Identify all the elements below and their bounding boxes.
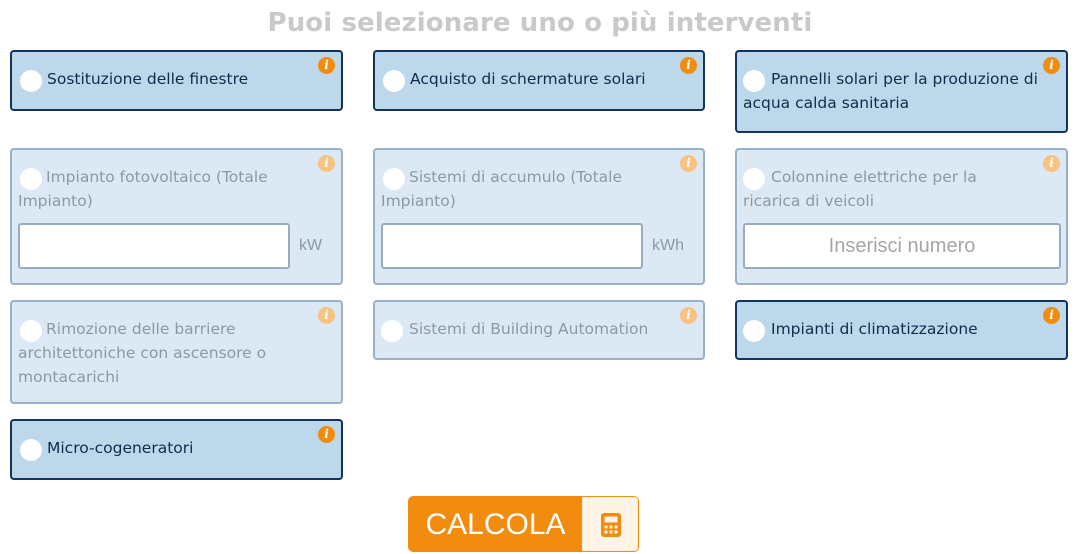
info-icon[interactable]: i (1043, 57, 1060, 74)
calculate-button-label: CALCOLA (409, 497, 582, 551)
info-icon[interactable]: i (318, 155, 335, 172)
info-icon[interactable]: i (680, 57, 697, 74)
calculator-icon (582, 497, 638, 551)
charging-stations-input[interactable]: Inserisci numero (743, 223, 1061, 269)
option-label: Impianti di climatizzazione (771, 320, 978, 338)
option-label: Rimozione delle barriere architettoniche… (18, 320, 267, 386)
info-icon[interactable]: i (1043, 155, 1060, 172)
info-icon[interactable]: i (680, 307, 697, 324)
info-icon[interactable]: i (318, 426, 335, 443)
option-radio[interactable] (381, 320, 403, 342)
option-label: Sostituzione delle finestre (47, 70, 249, 88)
option-label: Impianto fotovoltaico (Totale Impianto) (18, 168, 268, 210)
calculate-button[interactable]: CALCOLA (408, 496, 639, 552)
option-label: Sistemi di accumulo (Totale Impianto) (381, 168, 623, 210)
option-card-pannelli-solari[interactable]: Pannelli solari per la produzione di acq… (735, 50, 1068, 133)
option-label: Pannelli solari per la produzione di acq… (743, 70, 1038, 112)
option-card-fotovoltaico[interactable]: Impianto fotovoltaico (Totale Impianto) … (10, 148, 343, 285)
option-radio[interactable] (383, 70, 405, 92)
unit-label: kW (299, 237, 323, 254)
info-icon[interactable]: i (318, 57, 335, 74)
capacity-kwh-input[interactable] (381, 223, 643, 269)
section-heading: Puoi selezionare uno o più interventi (267, 8, 813, 38)
option-card-colonnine-elettriche[interactable]: Colonnine elettriche per la ricarica di … (735, 148, 1068, 285)
option-card-barriere-architettoniche[interactable]: Rimozione delle barriere architettoniche… (10, 300, 343, 404)
info-icon[interactable]: i (318, 307, 335, 324)
option-card-schermature-solari[interactable]: Acquisto di schermature solari i (373, 50, 705, 111)
info-icon[interactable]: i (680, 155, 697, 172)
option-label: Micro-cogeneratori (47, 439, 194, 457)
option-card-sistemi-accumulo[interactable]: Sistemi di accumulo (Totale Impianto) i … (373, 148, 705, 285)
option-card-sostituzione-finestre[interactable]: Sostituzione delle finestre i (10, 50, 343, 111)
info-icon[interactable]: i (1043, 307, 1060, 324)
option-card-building-automation[interactable]: Sistemi di Building Automation i (373, 300, 705, 360)
option-card-micro-cogeneratori[interactable]: Micro-cogeneratori i (10, 419, 343, 480)
option-radio[interactable] (20, 70, 42, 92)
power-kw-input[interactable] (18, 223, 290, 269)
option-label: Acquisto di schermature solari (410, 70, 646, 88)
option-radio[interactable] (743, 320, 765, 342)
option-radio[interactable] (20, 439, 42, 461)
option-card-climatizzazione[interactable]: Impianti di climatizzazione i (735, 300, 1068, 360)
option-label: Sistemi di Building Automation (409, 320, 649, 338)
unit-label: kWh (652, 237, 684, 254)
option-label: Colonnine elettriche per la ricarica di … (743, 168, 977, 210)
